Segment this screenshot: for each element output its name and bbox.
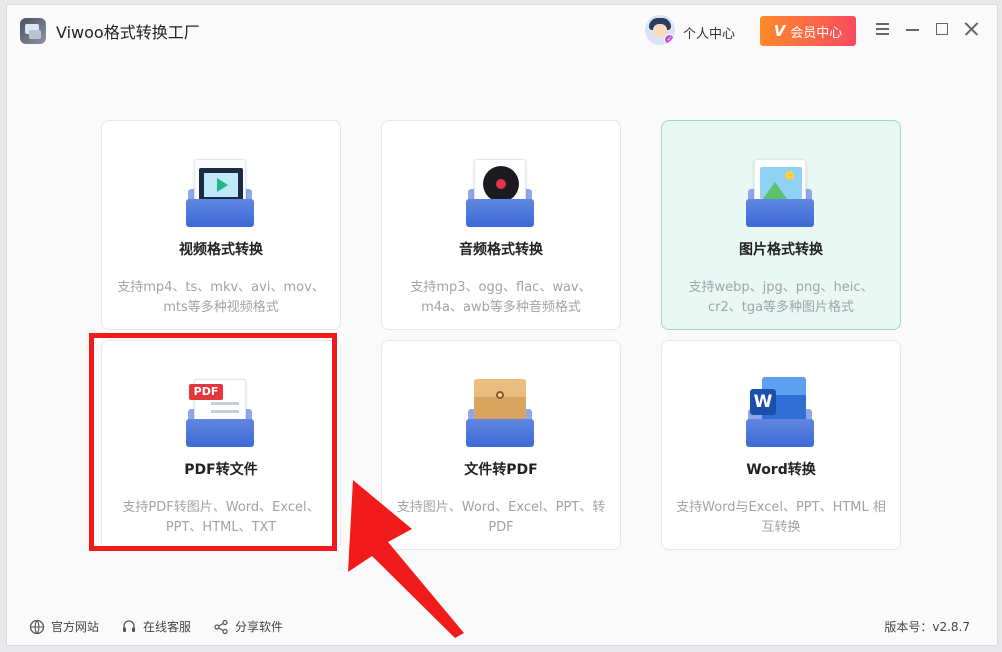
official-website-link[interactable]: 官方网站 [29, 618, 99, 635]
vip-v-icon: V [773, 22, 786, 40]
version-label: 版本号：v2.8.7 [884, 620, 970, 634]
card-title: Word转换 [746, 462, 816, 478]
red-arrow-annotation [348, 480, 464, 638]
user-center-link[interactable]: 个人中心 [683, 23, 735, 42]
online-support-link[interactable]: 在线客服 [121, 618, 191, 635]
card-word-convert[interactable]: W Word转换 支持Word与Excel、PPT、HTML 相互转换 [661, 340, 901, 550]
share-software-label: 分享软件 [235, 620, 284, 634]
card-audio-convert[interactable]: 音频格式转换 支持mp3、ogg、flac、wav、m4a、awb等多种音频格式 [381, 120, 621, 330]
image-file-icon [744, 155, 816, 229]
card-title: 视频格式转换 [179, 242, 263, 258]
share-icon [213, 619, 229, 635]
vip-center-button[interactable]: V 会员中心 [760, 16, 856, 46]
vip-center-label: 会员中心 [790, 25, 843, 41]
card-title: 图片格式转换 [739, 242, 823, 258]
app-logo-icon [20, 18, 46, 44]
card-title: 音频格式转换 [459, 242, 543, 258]
globe-icon [29, 619, 45, 635]
close-icon[interactable] [962, 19, 982, 39]
user-avatar[interactable]: ✓ [645, 15, 675, 45]
card-description: 支持mp4、ts、mkv、avi、mov、mts等多种视频格式 [117, 280, 325, 315]
card-description: 支持webp、jpg、png、heic、cr2、tga等多种图片格式 [688, 280, 874, 315]
word-file-icon: W [744, 375, 816, 449]
title-bar: Viwoo格式转换工厂 ✓ 个人中心 V 会员中心 [7, 5, 997, 61]
headset-icon [121, 619, 137, 635]
audio-file-icon [464, 155, 536, 229]
card-image-convert[interactable]: 图片格式转换 支持webp、jpg、png、heic、cr2、tga等多种图片格… [661, 120, 901, 330]
card-description: 支持Word与Excel、PPT、HTML 相互转换 [676, 500, 886, 535]
word-badge: W [750, 389, 776, 415]
maximize-icon[interactable] [933, 19, 953, 39]
online-support-label: 在线客服 [143, 620, 192, 634]
menu-icon[interactable] [873, 19, 893, 39]
official-website-label: 官方网站 [51, 620, 100, 634]
minimize-icon[interactable] [903, 19, 923, 39]
video-file-icon [184, 155, 256, 229]
envelope-file-icon [464, 375, 536, 449]
card-description: 支持mp3、ogg、flac、wav、m4a、awb等多种音频格式 [410, 280, 592, 315]
app-title: Viwoo格式转换工厂 [56, 23, 200, 42]
card-video-convert[interactable]: 视频格式转换 支持mp4、ts、mkv、avi、mov、mts等多种视频格式 [101, 120, 341, 330]
share-software-link[interactable]: 分享软件 [213, 618, 283, 635]
highlight-box [89, 333, 337, 551]
